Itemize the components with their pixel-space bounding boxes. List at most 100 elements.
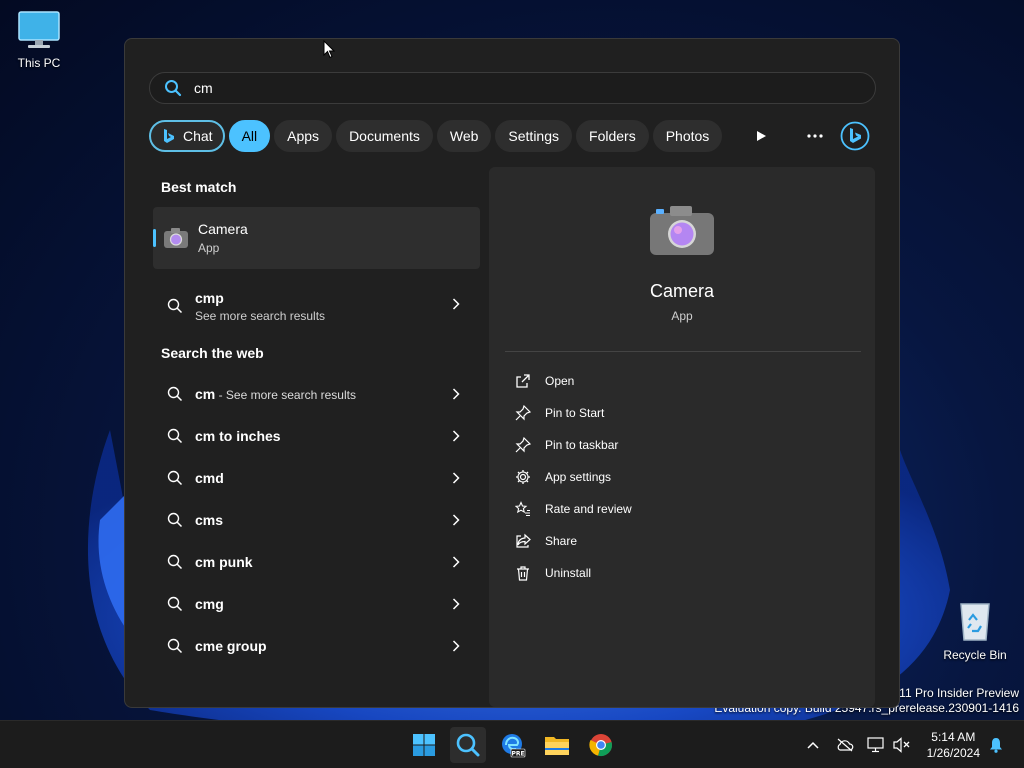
preview-actions: Open Pin to Start Pin to taskbar App set… [515, 365, 855, 589]
search-icon [167, 386, 183, 402]
action-uninstall-label: Uninstall [545, 566, 592, 580]
web-result-item[interactable]: cme group [153, 625, 480, 667]
filter-documents[interactable]: Documents [336, 120, 433, 152]
pin-icon [515, 437, 531, 453]
web-result-item[interactable]: cmd [153, 457, 480, 499]
search-icon [167, 512, 183, 528]
web-result-item[interactable]: cm to inches [153, 415, 480, 457]
notifications-button[interactable] [986, 735, 1006, 755]
results-list: Best match Camera App cmp See more searc… [153, 167, 480, 667]
volume-tray-button[interactable] [892, 735, 912, 755]
action-open-label: Open [545, 374, 575, 388]
recycle-bin-icon [960, 603, 990, 641]
file-explorer-icon [545, 737, 569, 755]
open-icon [516, 374, 530, 388]
filter-folders[interactable]: Folders [576, 120, 649, 152]
start-button[interactable] [406, 727, 442, 763]
search-icon [167, 596, 183, 612]
gear-icon [516, 470, 530, 484]
bing-icon [840, 121, 870, 151]
best-match-result[interactable]: Camera App [153, 207, 480, 269]
bing-chat-button[interactable] [837, 120, 873, 152]
chevron-right-icon [452, 430, 460, 442]
search-icon [167, 298, 183, 314]
clock-date: 1/26/2024 [926, 746, 980, 760]
clock-time: 5:14 AM [931, 730, 976, 744]
bell-icon [990, 738, 1002, 753]
action-app-settings[interactable]: App settings [515, 461, 855, 493]
filter-all[interactable]: All [228, 120, 271, 152]
search-icon [167, 638, 183, 654]
recycle-bin-label: Recycle Bin [943, 648, 1007, 662]
svg-text:PRE: PRE [511, 751, 524, 758]
action-open[interactable]: Open [515, 365, 855, 397]
action-rate-and-review[interactable]: Rate and review [515, 493, 855, 525]
more-filters-button[interactable] [745, 120, 777, 152]
chrome-icon [589, 734, 612, 756]
pin-icon [515, 405, 531, 421]
web-result-item[interactable]: cmg [153, 583, 480, 625]
chevron-right-icon [452, 640, 460, 652]
web-result-item[interactable]: cm punk [153, 541, 480, 583]
web-result-item[interactable]: cm - See more search results [153, 373, 480, 415]
search-icon [167, 428, 183, 444]
search-icon [167, 470, 183, 486]
onedrive-tray-button[interactable] [835, 735, 855, 755]
filter-chat-label: Chat [183, 128, 213, 144]
action-pin-to-start[interactable]: Pin to Start [515, 397, 855, 429]
search-input[interactable] [194, 80, 834, 96]
filter-chat[interactable]: Chat [149, 120, 225, 152]
more-options-button[interactable] [799, 120, 831, 152]
taskbar-chrome[interactable] [583, 727, 619, 763]
more-results-title: cmp [195, 289, 224, 306]
show-hidden-icons-button[interactable] [803, 735, 823, 755]
action-rate-and-review-label: Rate and review [545, 502, 632, 516]
search-icon [165, 80, 182, 97]
action-uninstall[interactable]: Uninstall [515, 557, 855, 589]
web-result-label: cm punk [195, 554, 253, 570]
action-pin-to-taskbar-label: Pin to taskbar [545, 438, 619, 452]
filter-web[interactable]: Web [436, 120, 492, 152]
taskbar-edge-beta[interactable]: PRE [495, 727, 531, 763]
action-share[interactable]: Share [515, 525, 855, 557]
more-results-item[interactable]: cmp See more search results [153, 283, 480, 329]
taskbar: PRE 5:14 AM 1/26/2024 [0, 720, 1024, 768]
this-pc-desktop-icon[interactable]: This PC [0, 10, 79, 70]
filter-photos[interactable]: Photos [652, 120, 723, 152]
recycle-bin-desktop-icon[interactable]: Recycle Bin [935, 598, 1015, 662]
taskbar-search-button[interactable] [450, 727, 486, 763]
monitor-icon [18, 11, 60, 48]
camera-icon [650, 206, 714, 255]
chevron-right-icon [452, 388, 460, 400]
web-result-item[interactable]: cms [153, 499, 480, 541]
chevron-up-icon [807, 741, 819, 749]
search-box[interactable] [149, 72, 876, 104]
web-result-label: cmg [195, 596, 224, 612]
action-app-settings-label: App settings [545, 470, 612, 484]
filter-apps[interactable]: Apps [274, 120, 333, 152]
windows-logo-icon [413, 734, 435, 756]
search-web-heading: Search the web [161, 345, 264, 361]
chevron-right-icon [452, 598, 460, 610]
filter-settings[interactable]: Settings [495, 120, 573, 152]
best-match-type: App [198, 241, 220, 255]
search-filter-bar: Chat All Apps Documents Web Settings Fol… [149, 120, 723, 152]
taskbar-file-explorer[interactable] [539, 727, 575, 763]
mouse-cursor-icon [323, 40, 335, 59]
edge-beta-icon: PRE [502, 734, 526, 758]
web-result-label: cme group [195, 638, 267, 654]
action-pin-to-start-label: Pin to Start [545, 406, 605, 420]
network-icon [867, 737, 884, 753]
share-icon [516, 533, 531, 548]
bing-icon [164, 129, 174, 143]
best-match-title: Camera [198, 221, 248, 237]
cloud-offline-icon [837, 738, 854, 752]
chevron-right-icon [452, 472, 460, 484]
network-tray-button[interactable] [866, 735, 886, 755]
taskbar-clock[interactable]: 5:14 AM 1/26/2024 [927, 729, 980, 761]
action-pin-to-taskbar[interactable]: Pin to taskbar [515, 429, 855, 461]
chevron-right-icon [452, 514, 460, 526]
ellipsis-icon [807, 134, 823, 138]
web-result-label: cmd [195, 470, 224, 486]
chevron-right-icon [452, 556, 460, 568]
